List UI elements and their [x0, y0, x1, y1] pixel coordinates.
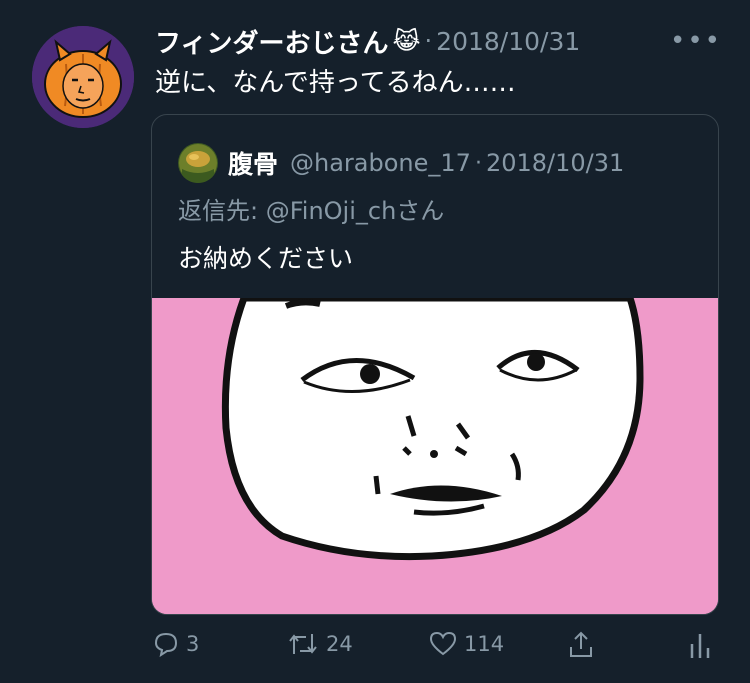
retweet-arrows-icon	[289, 634, 317, 654]
author-avatar[interactable]	[32, 26, 134, 128]
tweet-date[interactable]: 2018/10/31	[436, 27, 580, 56]
reply-button[interactable]: 3	[152, 630, 199, 658]
like-count: 114	[464, 632, 505, 656]
quoted-tweet-header: 腹骨 @harabone_17 · 2018/10/31	[178, 143, 624, 183]
share-button[interactable]	[566, 630, 596, 660]
quoted-date[interactable]: 2018/10/31	[486, 149, 624, 177]
quoted-tweet-image[interactable]	[152, 294, 718, 614]
crying-cat-emoji: 😹	[392, 27, 421, 55]
heart-icon	[429, 631, 457, 656]
reply-count: 3	[186, 632, 200, 656]
retweet-count: 24	[326, 632, 353, 656]
quoted-avatar-image	[178, 143, 218, 183]
quoted-tweet-text: お納めください	[178, 244, 354, 273]
quoted-display-name[interactable]: 腹骨	[228, 145, 278, 181]
face-drawing-image	[152, 294, 718, 614]
speech-bubble-icon	[154, 632, 178, 658]
quoted-tweet-card[interactable]: 腹骨 @harabone_17 · 2018/10/31 返信先: @FinOj…	[151, 114, 719, 615]
share-upload-icon	[570, 631, 592, 657]
quoted-separator: ·	[474, 150, 482, 176]
bar-chart-icon	[690, 634, 710, 658]
quoted-author-avatar[interactable]	[178, 143, 218, 183]
header-separator: ·	[424, 27, 433, 55]
more-options-icon[interactable]: •••	[670, 26, 722, 56]
quoted-handle[interactable]: @harabone_17	[290, 149, 471, 177]
retweet-button[interactable]: 24	[286, 630, 353, 658]
reply-to-label: 返信先: @FinOji_chさん	[178, 197, 445, 225]
tweet-header: フィンダーおじさん 😹 · 2018/10/31 •••	[155, 22, 726, 60]
like-button[interactable]: 114	[428, 630, 504, 658]
tweet-text: 逆に、なんで持ってるねん……	[155, 68, 516, 98]
author-display-name[interactable]: フィンダーおじさん	[155, 23, 388, 60]
analytics-button[interactable]	[688, 630, 712, 660]
pumpkin-avatar-image	[32, 26, 134, 128]
tweet-action-bar: 3 24 114	[152, 630, 712, 670]
